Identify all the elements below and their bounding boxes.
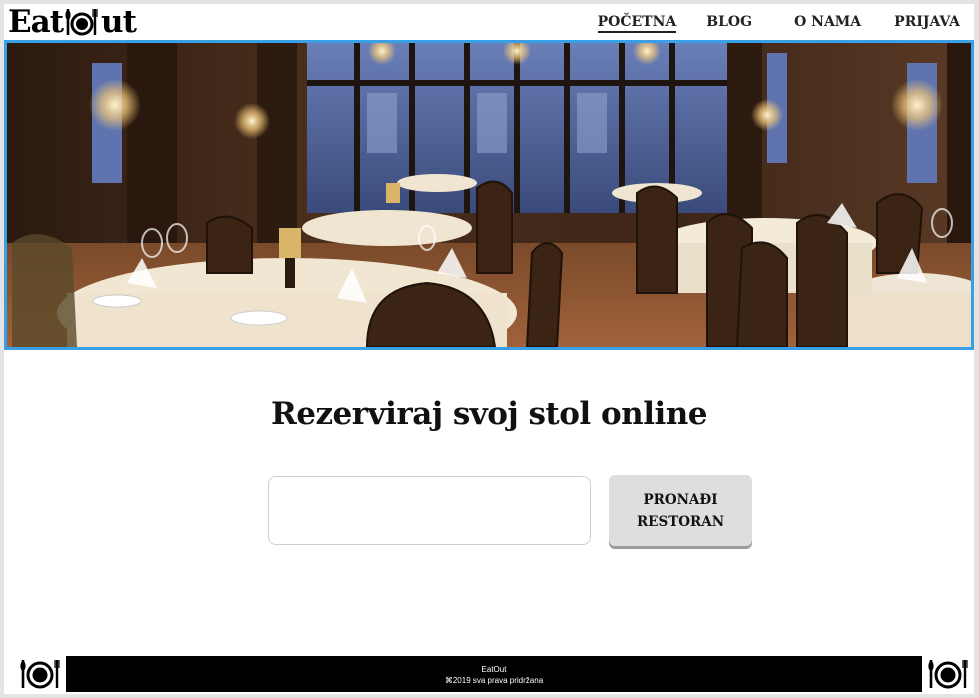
page-headline: Rezerviraj svoj stol online — [270, 396, 708, 432]
footer: EatOut ⌘2019 sva prava pridržana — [14, 656, 974, 692]
header: Eat ut POČETNA BLOG O NAMA PRIJAVA — [4, 4, 974, 40]
find-restaurant-button[interactable]: PRONAĐI RESTORAN — [609, 475, 752, 546]
nav-item-o-nama[interactable]: O NAMA — [794, 14, 861, 33]
search-input[interactable] — [268, 476, 591, 545]
footer-copyright: ⌘2019 sva prava pridržana — [444, 676, 544, 685]
nav-item-prijava[interactable]: PRIJAVA — [894, 14, 960, 33]
find-restaurant-button-label: PRONAĐI RESTORAN — [636, 491, 725, 530]
nav-item-blog[interactable]: BLOG — [706, 14, 752, 33]
logo-text-eat: Eat — [8, 4, 64, 40]
plate-cutlery-icon — [14, 656, 66, 692]
hero-restaurant-image — [4, 40, 974, 350]
plate-cutlery-icon — [922, 656, 974, 692]
eatout-logo[interactable]: Eat ut — [8, 4, 137, 40]
footer-brand: EatOut — [481, 665, 507, 674]
logo-text-ut: ut — [101, 4, 137, 40]
page: Eat ut POČETNA BLOG O NAMA PRIJAVA Rezer… — [4, 4, 974, 694]
main-nav: POČETNA BLOG O NAMA PRIJAVA — [597, 14, 960, 33]
nav-item-pocetna[interactable]: POČETNA — [597, 14, 677, 33]
restaurant-interior-illustration — [7, 43, 971, 347]
plate-cutlery-icon — [64, 5, 100, 39]
